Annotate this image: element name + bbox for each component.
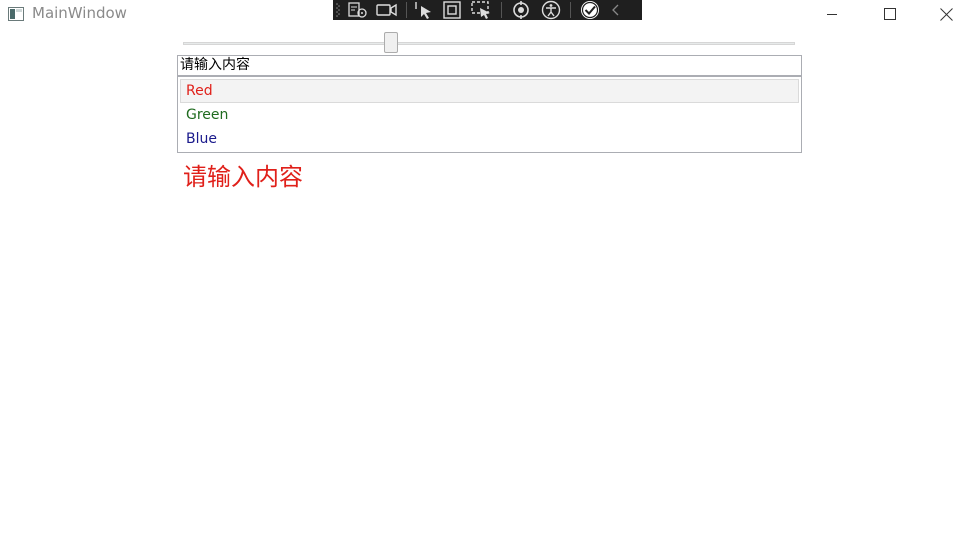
hot-reload-icon[interactable] xyxy=(506,0,536,20)
main-window: MainWindow 请输入内容 Red Green Blue 请输入内容 xyxy=(0,0,973,542)
list-item-green[interactable]: Green xyxy=(180,103,799,127)
toolbar-separator xyxy=(406,2,407,18)
pointer-icon[interactable] xyxy=(411,0,437,20)
toolbar-separator xyxy=(501,2,502,18)
color-listbox[interactable]: Red Green Blue xyxy=(177,76,802,153)
close-button[interactable] xyxy=(919,0,973,28)
collapse-chevron-icon[interactable] xyxy=(605,0,627,20)
list-item-blue[interactable]: Blue xyxy=(180,127,799,151)
display-text: 请输入内容 xyxy=(183,163,303,191)
grip-icon[interactable] xyxy=(336,0,344,20)
minimize-icon xyxy=(827,14,837,15)
close-icon xyxy=(939,7,953,21)
slider-track[interactable] xyxy=(183,42,795,45)
maximize-icon xyxy=(884,8,896,20)
app-window-icon xyxy=(8,6,24,21)
debug-toolbar xyxy=(333,0,642,20)
value-slider[interactable] xyxy=(183,32,795,54)
video-icon[interactable] xyxy=(372,0,402,20)
minimize-button[interactable] xyxy=(803,0,861,28)
slider-thumb[interactable] xyxy=(384,32,399,53)
window-title: MainWindow xyxy=(32,4,127,22)
check-icon[interactable] xyxy=(575,0,605,20)
track-focus-icon[interactable] xyxy=(467,0,497,20)
list-item-red[interactable]: Red xyxy=(180,79,799,103)
display-layout-icon[interactable] xyxy=(437,0,467,20)
select-element-icon[interactable] xyxy=(344,0,372,20)
content-input[interactable]: 请输入内容 xyxy=(177,55,802,76)
toolbar-separator xyxy=(570,2,571,18)
accessibility-icon[interactable] xyxy=(536,0,566,20)
maximize-button[interactable] xyxy=(861,0,919,28)
